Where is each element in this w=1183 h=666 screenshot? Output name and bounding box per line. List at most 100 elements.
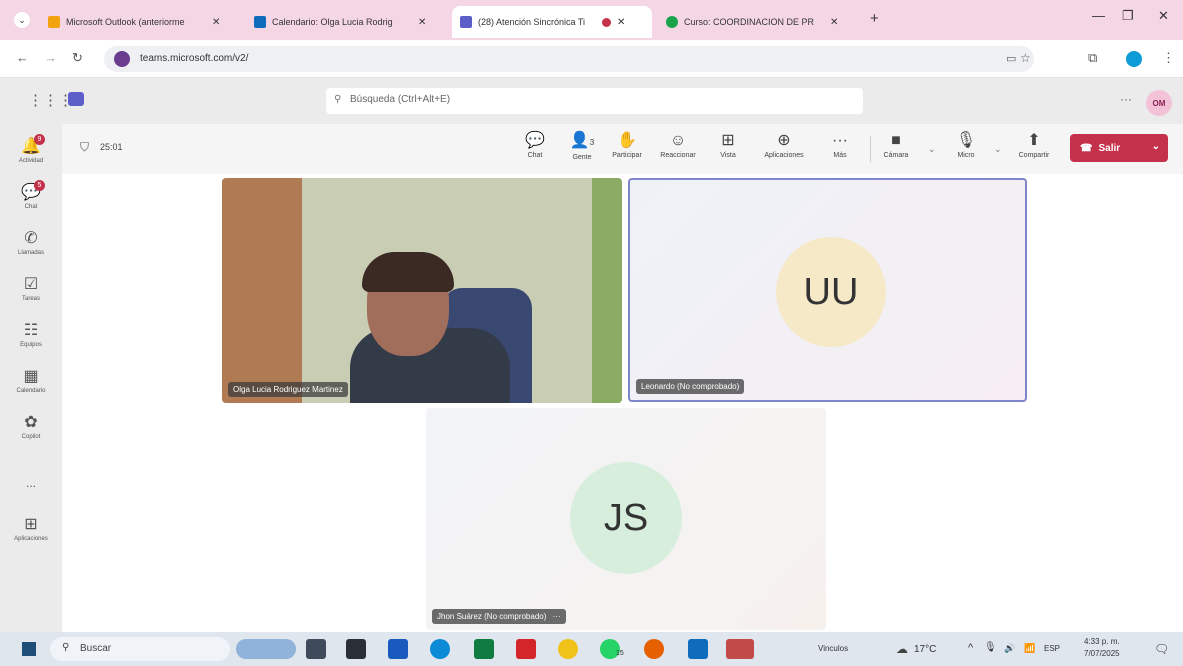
chat-button[interactable]: 💬 Chat [515,132,555,159]
tool-label: Gente [572,154,592,161]
bookmark-star-icon[interactable]: ☆ [1020,51,1031,65]
firefox-icon[interactable] [644,639,664,659]
bell-icon: 🔔 9 [0,134,62,156]
participant-avatar-tile[interactable]: UU Leonardo (No comprobado) [628,178,1027,402]
tab-search-icon[interactable]: ⌄ [14,12,30,28]
people-button[interactable]: 👤3 Gente [562,132,602,161]
browser-tab-course[interactable]: Curso: COORDINACION DE PR ✕ [658,6,858,38]
rail-label: Actividad [18,158,44,164]
rail-item-calendar[interactable]: ▦ Calendario [0,366,62,394]
taskbar-search[interactable]: ⚲ Buscar [50,637,230,661]
store-icon[interactable] [346,639,366,659]
browser-tab-calendar[interactable]: Calendario: Olga Lucia Rodrig ✕ [246,6,446,38]
rail-item-activity[interactable]: 🔔 9 Actividad [0,134,62,164]
acrobat-icon[interactable] [516,639,536,659]
browser-toolbar: ← → ↻ teams.microsoft.com/v2/ ▭ ☆ ⧉ ⋮ [0,40,1183,78]
rail-label: Equipos [20,342,42,348]
close-window-icon[interactable]: ✕ [1158,8,1169,24]
cast-icon[interactable]: ▭ [1006,52,1016,65]
rail-item-more[interactable]: ... [0,476,62,490]
url-text[interactable]: teams.microsoft.com/v2/ [140,53,248,64]
close-icon[interactable]: ✕ [830,17,838,28]
rail-item-apps[interactable]: ⊞ Aplicaciones [0,514,62,542]
notifications-icon[interactable]: 🗨 [1154,642,1169,656]
minimize-icon[interactable]: — [1092,8,1105,23]
raise-hand-button[interactable]: ✋ Participar [607,132,647,159]
chat-badge: 5 [34,180,45,191]
tool-label: Más [833,152,847,159]
mic-options-chevron-icon[interactable]: ⌄ [994,144,1002,155]
participant-initials-avatar: UU [776,237,886,347]
network-icon[interactable]: 📶 [1024,643,1035,654]
rail-item-calls[interactable]: ✆ Llamadas [0,228,62,256]
rail-item-chat[interactable]: 💬 5 Chat [0,180,62,210]
smile-icon: ☺ [669,132,687,149]
edge-icon[interactable] [430,639,450,659]
tray-overflow-icon[interactable]: ^ [968,642,973,654]
more-icon[interactable]: ··· [553,612,561,621]
outlook-icon [48,16,60,28]
tool-label: Compartir [1018,152,1050,159]
share-button[interactable]: ⬆ Compartir [1012,132,1056,159]
rail-item-copilot[interactable]: ✿ Copilot [0,412,62,440]
maximize-icon[interactable]: ❐ [1122,8,1134,24]
mic-icon: 🎙 [955,132,977,149]
address-bar[interactable]: teams.microsoft.com/v2/ ▭ ☆ [104,46,1034,72]
news-label[interactable]: Vinculos [818,644,848,653]
mic-button[interactable]: 🎙 Micro [946,132,986,159]
close-icon[interactable]: ✕ [418,17,426,28]
shield-icon: ⛉ [80,140,90,154]
app-launcher-icon[interactable]: ⋮⋮⋮ [28,91,73,109]
teams-logo-icon [68,92,84,106]
back-icon[interactable]: ← [16,50,29,65]
tool-label: Participar [612,152,642,159]
task-view-icon[interactable] [306,639,326,659]
camera-button[interactable]: ■ Cámara [876,132,916,159]
excel-icon[interactable] [474,639,494,659]
extensions-icon[interactable]: ⧉ [1088,50,1097,66]
new-tab-icon[interactable]: + [870,10,879,27]
windows-start-icon[interactable] [22,642,36,656]
participant-video-tile[interactable]: Olga Lucia Rodriguez Martinez [222,178,622,403]
mail-icon[interactable] [688,639,708,659]
clock[interactable]: 4:33 p. m. 7/07/2025 [1084,636,1120,660]
raise-hand-icon: ✋ [617,132,637,149]
tasks-icon: ☑ [23,276,39,293]
rail-item-teams[interactable]: ☷ Equipos [0,320,62,348]
site-info-icon[interactable] [114,51,130,67]
participant-avatar-tile[interactable]: JS Jhon Suárez (No comprobado) ··· [426,408,826,630]
teams-app-icon[interactable] [726,639,754,659]
more-icon: ... [25,476,36,490]
widgets-icon[interactable] [236,639,296,659]
react-button[interactable]: ☺ Reaccionar [658,132,698,159]
chrome-icon[interactable] [558,639,578,659]
browser-menu-icon[interactable]: ⋮ [1162,50,1175,66]
volume-icon[interactable]: 🔊 [1004,643,1015,654]
mic-tray-icon[interactable]: 🎙 [984,642,997,653]
rail-item-tasks[interactable]: ☑ Tareas [0,274,62,302]
chat-icon: 💬 5 [0,180,62,202]
leave-button[interactable]: ☎ Salir ⌄ [1070,134,1168,162]
rail-label: Copilot [21,434,41,440]
browser-tab-outlook[interactable]: Microsoft Outlook (anteriorme ✕ [40,6,240,38]
camera-options-chevron-icon[interactable]: ⌄ [928,144,936,155]
search-input[interactable]: ⚲ Búsqueda (Ctrl+Alt+E) [326,88,863,114]
browser-tab-teams[interactable]: (28) Atención Sincrónica Ti ✕ [452,6,652,38]
close-icon[interactable]: ✕ [212,17,220,28]
avatar-initials: OM [1152,98,1166,108]
close-icon[interactable]: ✕ [617,17,625,28]
reload-icon[interactable]: ↻ [72,50,83,66]
more-button[interactable]: ··· Más [820,132,860,159]
word-icon[interactable] [388,639,408,659]
weather-icon[interactable]: ☁ [896,642,908,656]
profile-icon[interactable] [1126,51,1142,67]
weather-temp[interactable]: 17°C [914,644,936,655]
chevron-down-icon[interactable]: ⌄ [1152,141,1160,152]
view-button[interactable]: ⊞ Vista [708,132,748,159]
whatsapp-badge: 15 [616,650,624,657]
language-indicator[interactable]: ESP [1044,644,1060,653]
settings-more-icon[interactable]: ··· [1120,92,1132,106]
forward-icon[interactable]: → [44,50,57,65]
apps-button[interactable]: ⊕ Aplicaciones [764,132,804,159]
avatar[interactable]: OM [1146,90,1172,116]
